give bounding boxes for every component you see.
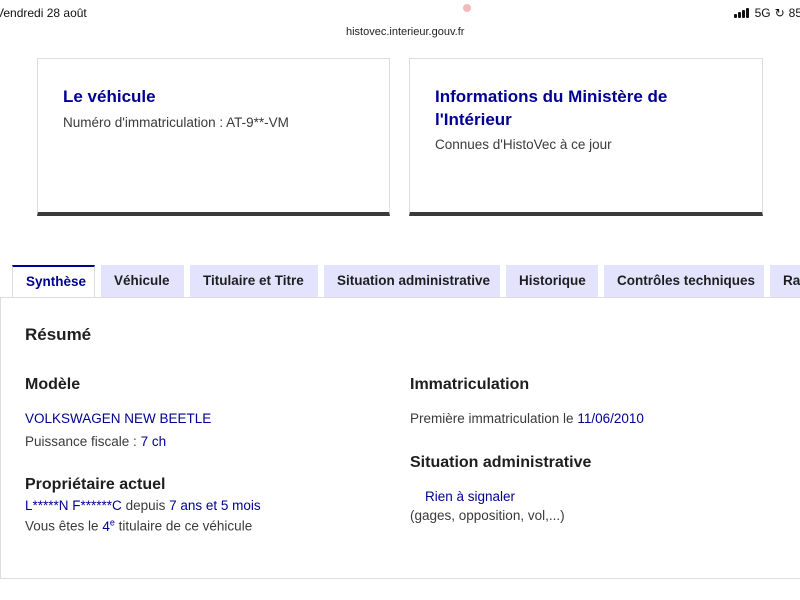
summary-title: Résumé bbox=[25, 325, 92, 344]
model-name: VOLKSWAGEN NEW BEETLE bbox=[25, 411, 212, 426]
address-url: histovec.interieur.gouv.fr bbox=[346, 26, 465, 38]
admin-status: Rien à signaler bbox=[425, 489, 516, 504]
registration-heading: Immatriculation bbox=[410, 376, 530, 393]
status-date: Vendredi 28 août bbox=[0, 6, 87, 20]
owner-name: L*****N F******C bbox=[25, 498, 122, 513]
cellular-signal-icon bbox=[733, 8, 749, 18]
ministry-card: Informations du Ministère de l'Intérieur… bbox=[409, 58, 763, 216]
fiscal-power: Puissance fiscale : 7 ch bbox=[25, 434, 166, 449]
ministry-card-title: Informations du Ministère de l'Intérieur bbox=[435, 87, 668, 129]
owner-rank: Vous êtes le 4e titulaire de ce véhicule bbox=[25, 517, 252, 534]
ministry-card-subtitle: Connues d'HistoVec à ce jour bbox=[435, 137, 612, 152]
admin-heading: Situation administrative bbox=[410, 454, 592, 471]
tab-controles-techniques[interactable]: Contrôles techniques bbox=[604, 265, 764, 297]
tab-rapport[interactable]: Rap bbox=[770, 265, 800, 297]
fiscal-power-label: Puissance fiscale : bbox=[25, 434, 137, 449]
vehicle-card: Le véhicule Numéro d'immatriculation : A… bbox=[37, 58, 390, 216]
first-registration: Première immatriculation le 11/06/2010 bbox=[410, 411, 644, 426]
owner-rank-value: 4e bbox=[102, 517, 115, 534]
tab-vehicule[interactable]: Véhicule bbox=[101, 265, 184, 297]
recording-dot-icon bbox=[463, 4, 471, 12]
tab-bar: Synthèse Véhicule Titulaire et Titre Sit… bbox=[12, 265, 800, 299]
tab-synthese[interactable]: Synthèse bbox=[12, 265, 95, 299]
owner-rank-prefix: Vous êtes le bbox=[25, 518, 99, 534]
vehicle-card-title: Le véhicule bbox=[63, 87, 156, 106]
admin-details: (gages, opposition, vol,...) bbox=[410, 508, 565, 523]
tab-titulaire-et-titre[interactable]: Titulaire et Titre bbox=[190, 265, 318, 297]
first-registration-label: Première immatriculation le bbox=[410, 411, 574, 426]
tab-situation-administrative[interactable]: Situation administrative bbox=[324, 265, 500, 297]
owner-line: L*****N F******C depuis 7 ans et 5 mois bbox=[25, 498, 261, 513]
owner-heading: Propriétaire actuel bbox=[25, 476, 166, 493]
orientation-lock-icon: ↻ bbox=[774, 6, 785, 20]
network-label: 5G bbox=[754, 6, 771, 20]
first-registration-date: 11/06/2010 bbox=[577, 411, 644, 426]
vehicle-card-subtitle: Numéro d'immatriculation : AT-9**-VM bbox=[63, 115, 289, 130]
owner-rank-rest: titulaire de ce véhicule bbox=[118, 518, 253, 534]
owner-since-value: 7 ans et 5 mois bbox=[169, 498, 261, 513]
model-heading: Modèle bbox=[25, 376, 81, 393]
fiscal-power-value: 7 ch bbox=[140, 434, 167, 449]
address-bar[interactable]: histovec.interieur.gouv.fr bbox=[338, 20, 473, 44]
status-indicators: 5G ↻ 85 bbox=[733, 6, 800, 20]
battery-label: 85 bbox=[788, 6, 800, 20]
owner-since-label: depuis bbox=[125, 498, 166, 513]
tab-historique[interactable]: Historique bbox=[506, 265, 598, 297]
